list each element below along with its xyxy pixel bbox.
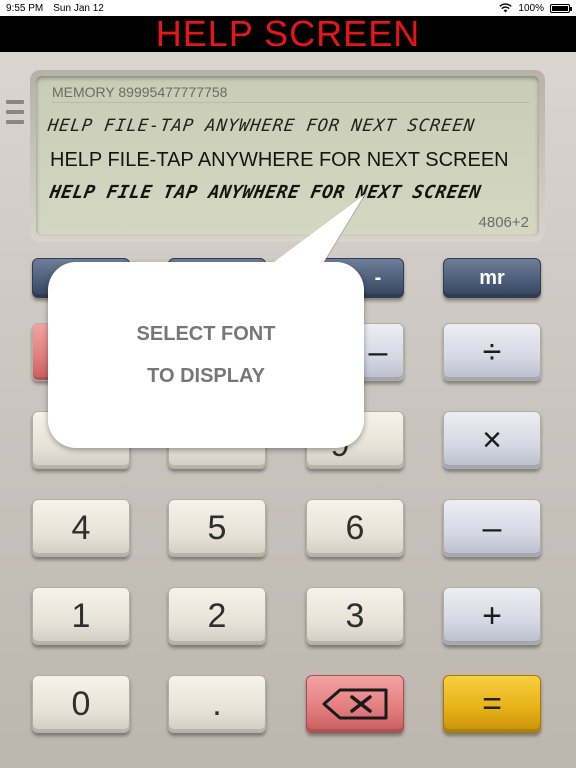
battery-icon [550, 3, 572, 13]
tooltip-line-1: SELECT FONT [136, 323, 276, 345]
equals-label: = [482, 684, 502, 723]
minus-button[interactable]: – [443, 499, 541, 557]
battery-percent: 100% [518, 2, 544, 14]
multiply-button[interactable]: × [443, 411, 541, 469]
lcd-display[interactable]: MEMORY 89995477777758 HELP FILE-TAP ANYW… [36, 76, 539, 236]
zero-button[interactable]: 0 [32, 675, 130, 733]
status-date: Sun Jan 12 [53, 2, 104, 14]
lcd-font-option-3[interactable]: HELP FILE TAP ANYWHERE FOR NEXT SCREEN [48, 182, 483, 203]
divide-label: ÷ [482, 332, 502, 371]
header-bar: HELP SCREEN [0, 16, 576, 52]
zero-label: 0 [71, 684, 91, 723]
one-label: 1 [71, 596, 91, 635]
four-button[interactable]: 4 [32, 499, 130, 557]
divide-button[interactable]: ÷ [443, 323, 541, 381]
one-button[interactable]: 1 [32, 587, 130, 645]
tooltip-bubble[interactable]: SELECT FONT TO DISPLAY [48, 262, 364, 448]
display-frame: MEMORY 89995477777758 HELP FILE-TAP ANYW… [30, 70, 545, 242]
decimal-label: . [212, 684, 222, 723]
lcd-font-option-2[interactable]: HELP FILE-TAP ANYWHERE FOR NEXT SCREEN [50, 149, 509, 172]
four-label: 4 [71, 508, 91, 547]
lcd-font-option-1[interactable]: HELP FILE-TAP ANYWHERE FOR NEXT SCREEN [47, 116, 477, 136]
plus-label: + [482, 596, 502, 635]
wifi-icon [499, 3, 513, 13]
m-minus-label: - [374, 266, 382, 289]
minus-partial-label: – [368, 332, 388, 371]
mr-button[interactable]: mr [443, 258, 541, 298]
three-button[interactable]: 3 [306, 587, 404, 645]
mr-label: mr [479, 266, 505, 289]
decimal-button[interactable]: . [168, 675, 266, 733]
page-title: HELP SCREEN [155, 13, 421, 54]
two-label: 2 [207, 596, 227, 635]
two-button[interactable]: 2 [168, 587, 266, 645]
three-label: 3 [345, 596, 365, 635]
six-button[interactable]: 6 [306, 499, 404, 557]
six-label: 6 [345, 508, 365, 547]
minus-label: – [482, 508, 502, 547]
counter-readout: 4806+2 [478, 214, 529, 231]
status-time: 9:55 PM [6, 2, 44, 14]
five-button[interactable]: 5 [168, 499, 266, 557]
menu-icon[interactable] [6, 100, 24, 132]
memory-readout: MEMORY 89995477777758 [52, 84, 530, 103]
backspace-button[interactable] [306, 675, 404, 733]
equals-button[interactable]: = [443, 675, 541, 733]
multiply-label: × [482, 420, 502, 459]
backspace-icon [322, 688, 388, 720]
plus-button[interactable]: + [443, 587, 541, 645]
tooltip-line-2: TO DISPLAY [147, 365, 265, 387]
five-label: 5 [207, 508, 227, 547]
